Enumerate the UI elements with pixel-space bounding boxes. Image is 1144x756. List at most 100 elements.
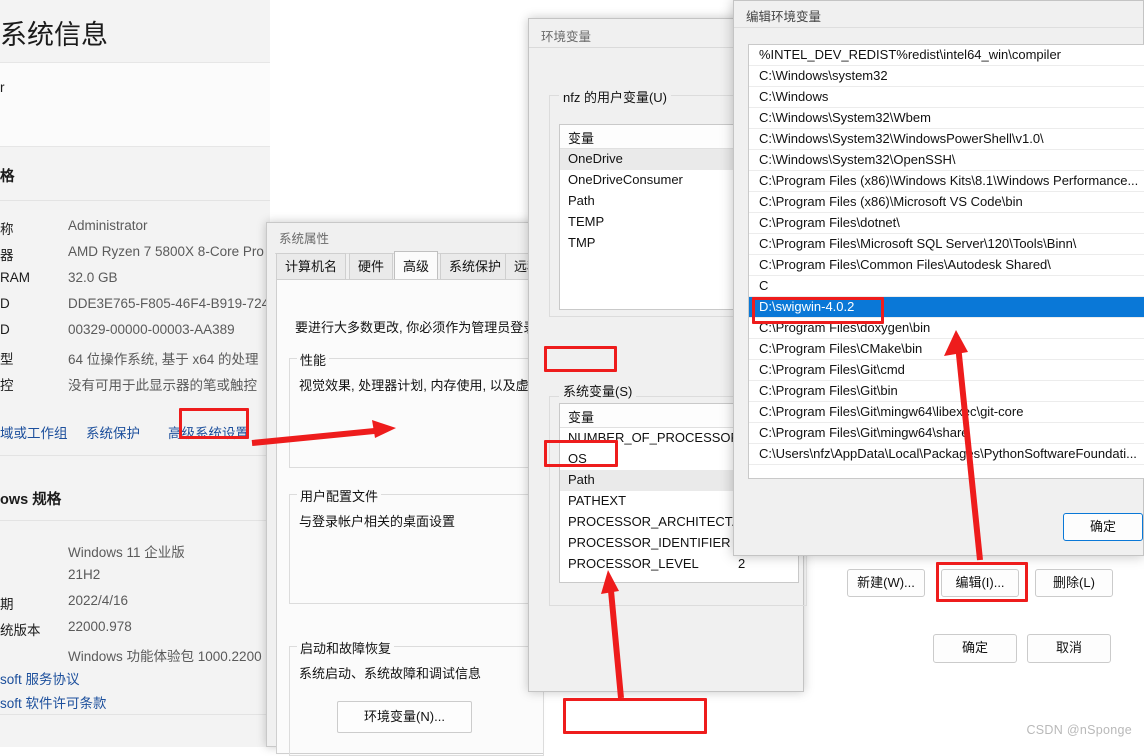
path-text: C:\Users\nfz\AppData\Local\Packages\Pyth… — [759, 446, 1137, 461]
user-profiles-group-text: 与登录帐户相关的桌面设置 — [299, 514, 456, 529]
spec-value: 00329-00000-00003-AA389 — [68, 322, 235, 337]
spec-label: RAM — [0, 270, 30, 285]
edit-dialog-ok-button[interactable]: 确定 — [1063, 513, 1143, 541]
list-item[interactable]: C:\Program Files\Git\mingw64\share — [749, 423, 1144, 444]
variable-name: Path — [568, 472, 595, 487]
list-item[interactable]: %INTEL_DEV_REDIST%redist\intel64_win\com… — [749, 45, 1144, 66]
win-spec-value: Windows 功能体验包 1000.2200 — [68, 649, 262, 664]
win-spec-label: 统版本 — [0, 623, 41, 638]
list-item[interactable]: C:\Users\nfz\AppData\Local\Packages\Pyth… — [749, 444, 1144, 465]
variable-name: TEMP — [568, 214, 605, 229]
watermark: CSDN @nSponge — [1026, 723, 1132, 737]
path-entries-list[interactable]: %INTEL_DEV_REDIST%redist\intel64_win\com… — [748, 44, 1144, 479]
variable-name: PROCESSOR_IDENTIFIER — [568, 535, 731, 550]
list-item[interactable]: C:\Windows — [749, 87, 1144, 108]
new-variable-button[interactable]: 新建(W)... — [847, 569, 925, 597]
list-item[interactable]: C:\Program Files\Common Files\Autodesk S… — [749, 255, 1144, 276]
path-text: %INTEL_DEV_REDIST%redist\intel64_win\com… — [759, 47, 1062, 62]
path-text: C:\Program Files\Git\mingw64\libexec\git… — [759, 404, 1024, 419]
list-item[interactable]: C:\Program Files\Microsoft SQL Server\12… — [749, 234, 1144, 255]
list-item[interactable]: C:\Program Files\Git\bin — [749, 381, 1144, 402]
variable-name: PROCESSOR_LEVEL — [568, 556, 699, 571]
spec-heading-2: ows 规格 — [0, 492, 62, 508]
tab-system-protection[interactable]: 系统保护 — [440, 253, 511, 280]
path-text: C:\Windows\System32\Wbem — [759, 110, 931, 125]
variable-name: Path — [568, 193, 595, 208]
path-text: D:\swigwin-4.0.2 — [759, 299, 855, 314]
variable-name: OS — [568, 451, 587, 466]
spec-value: 32.0 GB — [68, 270, 118, 285]
link-microsoft-software-license-terms[interactable]: soft 软件许可条款 — [0, 692, 107, 712]
edit-variable-button[interactable]: 编辑(I)... — [941, 569, 1019, 597]
list-item[interactable]: C:\Windows\System32\Wbem — [749, 108, 1144, 129]
path-text: C:\Windows\System32\WindowsPowerShell\v1… — [759, 131, 1044, 146]
spec-value: AMD Ryzen 7 5800X 8-Core Pro — [68, 244, 264, 259]
spec-label: 器 — [0, 248, 14, 263]
related-links-row: 域或工作组 系统保护 高级系统设置 — [0, 414, 270, 446]
column-variable: 变量 — [568, 410, 595, 425]
list-item[interactable]: C:\Program Files (x86)\Windows Kits\8.1\… — [749, 171, 1144, 192]
admin-note: 要进行大多数更改, 你必须作为管理员登录。 — [295, 320, 550, 335]
path-text: C:\Program Files\Git\cmd — [759, 362, 905, 377]
list-item[interactable]: C:\Windows\System32\WindowsPowerShell\v1… — [749, 129, 1144, 150]
variable-name: PATHEXT — [568, 493, 627, 508]
link-domain-workgroup[interactable]: 域或工作组 — [0, 422, 68, 442]
list-item-selected[interactable]: D:\swigwin-4.0.2 — [749, 297, 1144, 318]
page-title: 系统信息 — [0, 20, 108, 50]
user-variables-group-label: nfz 的用户变量(U) — [559, 87, 672, 106]
dialog-title: 编辑环境变量 — [746, 10, 822, 24]
path-text: C:\Program Files\Git\bin — [759, 383, 898, 398]
tab-computer-name[interactable]: 计算机名 — [276, 253, 347, 280]
path-text: C:\Program Files\doxygen\bin — [759, 320, 931, 335]
variable-name: OneDrive — [568, 151, 623, 166]
performance-group-label: 性能 — [297, 350, 330, 369]
advanced-tab-panel: 要进行大多数更改, 你必须作为管理员登录。 性能 视觉效果, 处理器计划, 内存… — [276, 279, 549, 756]
path-text: C:\Windows\system32 — [759, 68, 888, 83]
path-text: C:\Program Files\Git\mingw64\share — [759, 425, 969, 440]
list-item[interactable]: C:\Program Files (x86)\Microsoft VS Code… — [749, 192, 1144, 213]
edit-environment-variable-dialog: 编辑环境变量 %INTEL_DEV_REDIST%redist\intel64_… — [733, 0, 1144, 556]
path-text: C:\Program Files (x86)\Windows Kits\8.1\… — [759, 173, 1139, 188]
link-system-protection[interactable]: 系统保护 — [86, 422, 140, 442]
list-item[interactable]: C:\Program Files\CMake\bin — [749, 339, 1144, 360]
list-item[interactable]: C:\Program Files\Git\cmd — [749, 360, 1144, 381]
list-item[interactable]: C:\Program Files\doxygen\bin — [749, 318, 1144, 339]
spec-value: 64 位操作系统, 基于 x64 的处理 — [68, 352, 259, 367]
dialog-title: 系统属性 — [279, 232, 330, 246]
env-dialog-cancel-button[interactable]: 取消 — [1027, 634, 1111, 663]
spec-label: 型 — [0, 352, 14, 367]
startup-recovery-group-text: 系统启动、系统故障和调试信息 — [299, 666, 482, 681]
path-text: C:\Program Files (x86)\Microsoft VS Code… — [759, 194, 1023, 209]
dialog-title: 环境变量 — [541, 30, 592, 44]
variable-name: NUMBER_OF_PROCESSORS — [568, 430, 749, 445]
environment-variables-button[interactable]: 环境变量(N)... — [337, 701, 472, 733]
link-advanced-system-settings[interactable]: 高级系统设置 — [168, 422, 249, 442]
list-item[interactable]: C:\Program Files\Git\mingw64\libexec\git… — [749, 402, 1144, 423]
system-properties-dialog: 系统属性 计算机名 硬件 高级 系统保护 远程 要进行大多数更改, 你必须作为管… — [266, 222, 549, 756]
path-text: C — [759, 278, 769, 293]
spec-value: DDE3E765-F805-46F4-B919-724 — [68, 296, 270, 311]
user-profiles-group-label: 用户配置文件 — [297, 486, 382, 505]
list-item[interactable]: C:\Windows\System32\OpenSSH\ — [749, 150, 1144, 171]
tab-hardware[interactable]: 硬件 — [349, 253, 394, 280]
spec-heading-1: 格 — [0, 169, 15, 185]
device-card — [0, 62, 270, 147]
path-text: C:\Windows\System32\OpenSSH\ — [759, 152, 956, 167]
table-row[interactable]: PROCESSOR_LEVEL 2 — [560, 554, 798, 575]
variable-name: TMP — [568, 235, 596, 250]
env-dialog-ok-button[interactable]: 确定 — [933, 634, 1017, 663]
column-variable: 变量 — [568, 131, 595, 146]
variable-value: 2 — [738, 556, 746, 571]
win-spec-value: 22000.978 — [68, 619, 132, 634]
delete-variable-button[interactable]: 删除(L) — [1035, 569, 1113, 597]
list-item[interactable]: C:\Windows\system32 — [749, 66, 1144, 87]
tab-advanced[interactable]: 高级 — [394, 251, 439, 280]
spec-label: D — [0, 322, 10, 337]
link-microsoft-services-agreement[interactable]: soft 服务协议 — [0, 668, 80, 688]
path-text: C:\Program Files\dotnet\ — [759, 215, 900, 230]
list-item[interactable]: C:\Program Files\dotnet\ — [749, 213, 1144, 234]
spec-label: 称 — [0, 222, 14, 237]
win-spec-value: 21H2 — [68, 567, 101, 582]
spec-label: D — [0, 296, 10, 311]
list-item[interactable]: C — [749, 276, 1144, 297]
